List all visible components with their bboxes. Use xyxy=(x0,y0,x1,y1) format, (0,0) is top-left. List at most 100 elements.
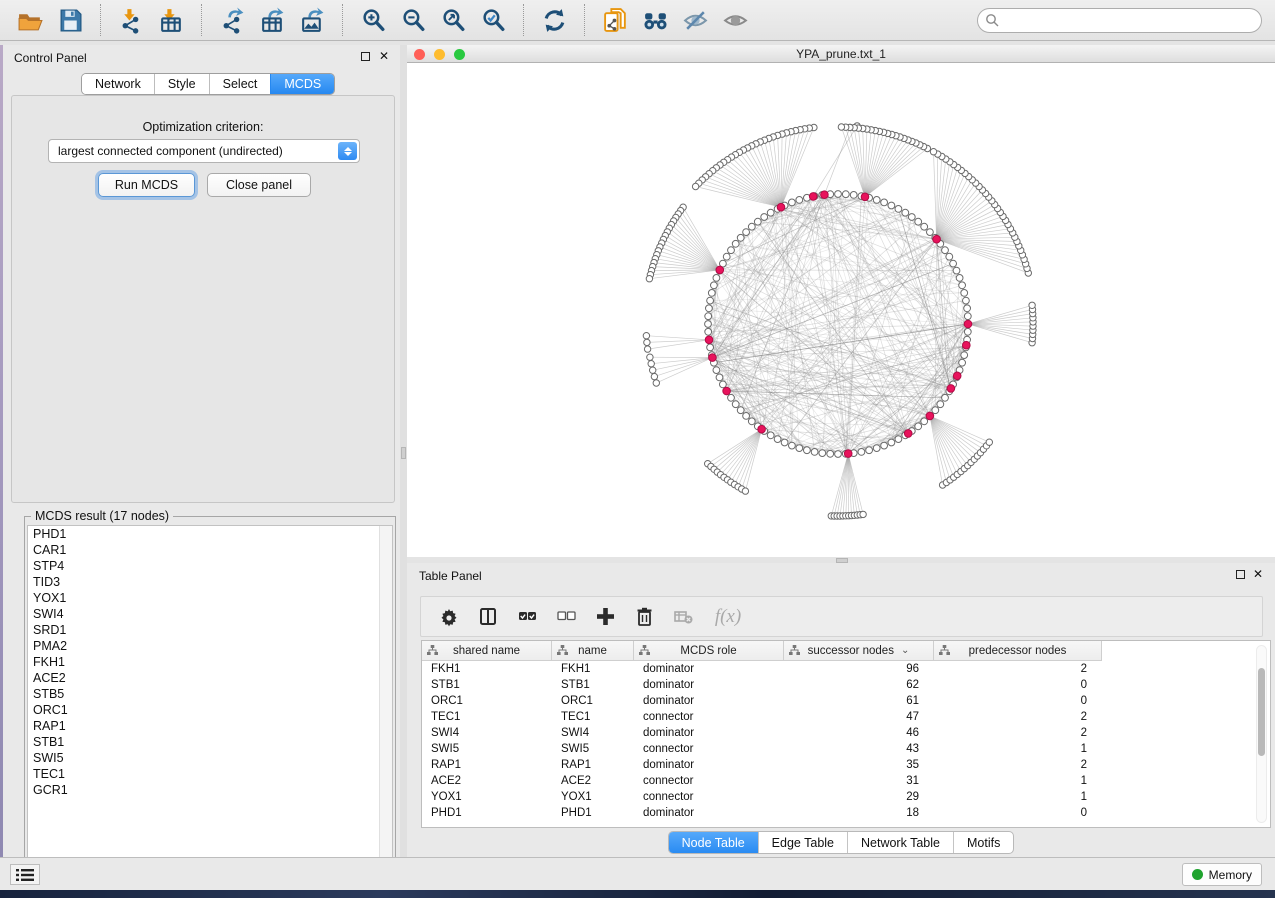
toolbar-group xyxy=(101,0,201,40)
table-body: FKH1FKH1dominator962STB1STB1dominator620… xyxy=(422,661,1270,821)
clone-network-icon[interactable] xyxy=(595,3,635,37)
tab-network-table[interactable]: Network Table xyxy=(847,832,953,853)
mcds-result-node[interactable]: TEC1 xyxy=(28,766,392,782)
mcds-result-node[interactable]: PHD1 xyxy=(28,526,392,542)
control-panel: Control Panel ✕ NetworkStyleSelectMCDS O… xyxy=(3,45,400,857)
mcds-result-node[interactable]: RAP1 xyxy=(28,718,392,734)
close-panel-button[interactable]: Close panel xyxy=(207,173,311,197)
split-columns-icon[interactable] xyxy=(477,606,499,628)
close-panel-icon[interactable]: ✕ xyxy=(379,49,389,63)
export-image-icon[interactable] xyxy=(292,3,332,37)
run-mcds-button[interactable]: Run MCDS xyxy=(98,173,195,197)
delete-column-icon[interactable] xyxy=(633,606,655,628)
zoom-selected-icon[interactable] xyxy=(473,3,513,37)
mcds-result-node[interactable]: STP4 xyxy=(28,558,392,574)
export-table-icon[interactable] xyxy=(252,3,292,37)
network-graph[interactable] xyxy=(407,63,1275,557)
zoom-in-icon[interactable] xyxy=(353,3,393,37)
mcds-result-node[interactable]: SWI4 xyxy=(28,606,392,622)
hide-panels-icon[interactable] xyxy=(675,3,715,37)
tab-network[interactable]: Network xyxy=(82,74,154,94)
import-network-icon[interactable] xyxy=(111,3,151,37)
table-row[interactable]: FKH1FKH1dominator962 xyxy=(422,661,1270,677)
control-panel-title: Control Panel xyxy=(14,51,87,65)
mcds-result-node[interactable]: ACE2 xyxy=(28,670,392,686)
network-view[interactable] xyxy=(407,63,1275,557)
column-header-shared-name[interactable]: shared name xyxy=(422,641,552,660)
fx-label: f(x) xyxy=(715,606,741,628)
mcds-result-node[interactable]: PMA2 xyxy=(28,638,392,654)
control-panel-tabs: NetworkStyleSelectMCDS xyxy=(81,73,335,95)
column-header-name[interactable]: name xyxy=(552,641,634,660)
table-scrollbar[interactable] xyxy=(1256,645,1267,823)
import-table-icon[interactable] xyxy=(151,3,191,37)
vertical-splitter-handle[interactable] xyxy=(401,447,406,459)
mcds-result-node[interactable]: ORC1 xyxy=(28,702,392,718)
table-toolbar: f(x) xyxy=(420,596,1263,637)
mcds-result-node[interactable]: TID3 xyxy=(28,574,392,590)
table-panel: Table Panel ✕ f(x) shared namenameMCDS r… xyxy=(407,563,1275,857)
refresh-layout-icon[interactable] xyxy=(534,3,574,37)
float-panel-icon[interactable] xyxy=(361,52,370,61)
node-table: shared namenameMCDS rolesuccessor nodes⌄… xyxy=(421,640,1271,828)
tab-motifs[interactable]: Motifs xyxy=(953,832,1013,853)
table-row[interactable]: PHD1PHD1dominator180 xyxy=(422,805,1270,821)
deselect-all-icon[interactable] xyxy=(555,606,577,628)
column-header-successor-nodes[interactable]: successor nodes⌄ xyxy=(784,641,934,660)
toolbar-group xyxy=(0,0,100,40)
table-row[interactable]: SWI4SWI4dominator462 xyxy=(422,725,1270,741)
table-tabs-row: Node TableEdge TableNetwork TableMotifs xyxy=(407,831,1275,854)
tab-node-table[interactable]: Node Table xyxy=(669,832,758,853)
mcds-result-node[interactable]: SWI5 xyxy=(28,750,392,766)
mcds-result-node[interactable]: STB1 xyxy=(28,734,392,750)
memory-label: Memory xyxy=(1209,868,1252,882)
table-row[interactable]: ORC1ORC1dominator610 xyxy=(422,693,1270,709)
select-stepper-icon[interactable] xyxy=(338,142,357,160)
mcds-result-node[interactable]: CAR1 xyxy=(28,542,392,558)
search-network-icon[interactable] xyxy=(635,3,675,37)
memory-button[interactable]: Memory xyxy=(1182,863,1262,886)
list-icon xyxy=(16,868,34,882)
task-history-button[interactable] xyxy=(10,864,40,885)
mcds-result-list[interactable]: PHD1CAR1STP4TID3YOX1SWI4SRD1PMA2FKH1ACE2… xyxy=(27,525,393,886)
function-icon[interactable]: f(x) xyxy=(711,606,745,628)
add-column-icon[interactable] xyxy=(594,606,616,628)
search-input[interactable] xyxy=(977,8,1262,33)
table-row[interactable]: RAP1RAP1dominator352 xyxy=(422,757,1270,773)
mcds-result-title: MCDS result (17 nodes) xyxy=(31,509,173,523)
select-all-icon[interactable] xyxy=(516,606,538,628)
column-header-predecessor-nodes[interactable]: predecessor nodes xyxy=(934,641,1102,660)
column-header-MCDS-role[interactable]: MCDS role xyxy=(634,641,784,660)
mcds-result-node[interactable]: FKH1 xyxy=(28,654,392,670)
show-panels-icon[interactable] xyxy=(715,3,755,37)
mcds-result-node[interactable]: STB5 xyxy=(28,686,392,702)
tab-select[interactable]: Select xyxy=(209,74,271,94)
close-table-panel-icon[interactable]: ✕ xyxy=(1253,567,1263,581)
mcds-list-scrollbar[interactable] xyxy=(379,526,392,885)
zoom-fit-icon[interactable] xyxy=(433,3,473,37)
float-table-panel-icon[interactable] xyxy=(1236,570,1245,579)
export-network-icon[interactable] xyxy=(212,3,252,37)
settings-icon[interactable] xyxy=(438,606,460,628)
toolbar-group xyxy=(202,0,342,40)
tab-edge-table[interactable]: Edge Table xyxy=(758,832,847,853)
delete-table-icon[interactable] xyxy=(672,606,694,628)
zoom-out-icon[interactable] xyxy=(393,3,433,37)
mcds-result-node[interactable]: GCR1 xyxy=(28,782,392,798)
mcds-result-node[interactable]: SRD1 xyxy=(28,622,392,638)
mcds-result-node[interactable]: YOX1 xyxy=(28,590,392,606)
network-window-titlebar[interactable]: YPA_prune.txt_1 xyxy=(407,45,1275,63)
open-session-icon[interactable] xyxy=(10,3,50,37)
tab-style[interactable]: Style xyxy=(154,74,209,94)
table-scrollbar-thumb[interactable] xyxy=(1258,668,1265,756)
table-row[interactable]: TEC1TEC1connector472 xyxy=(422,709,1270,725)
table-row[interactable]: YOX1YOX1connector291 xyxy=(422,789,1270,805)
save-session-icon[interactable] xyxy=(50,3,90,37)
table-row[interactable]: ACE2ACE2connector311 xyxy=(422,773,1270,789)
table-row[interactable]: STB1STB1dominator620 xyxy=(422,677,1270,693)
network-window: YPA_prune.txt_1 xyxy=(407,45,1275,557)
tab-mcds[interactable]: MCDS xyxy=(270,74,334,94)
criterion-select[interactable]: largest connected component (undirected) xyxy=(48,139,360,163)
table-row[interactable]: SWI5SWI5connector431 xyxy=(422,741,1270,757)
toolbar-group xyxy=(585,0,765,40)
